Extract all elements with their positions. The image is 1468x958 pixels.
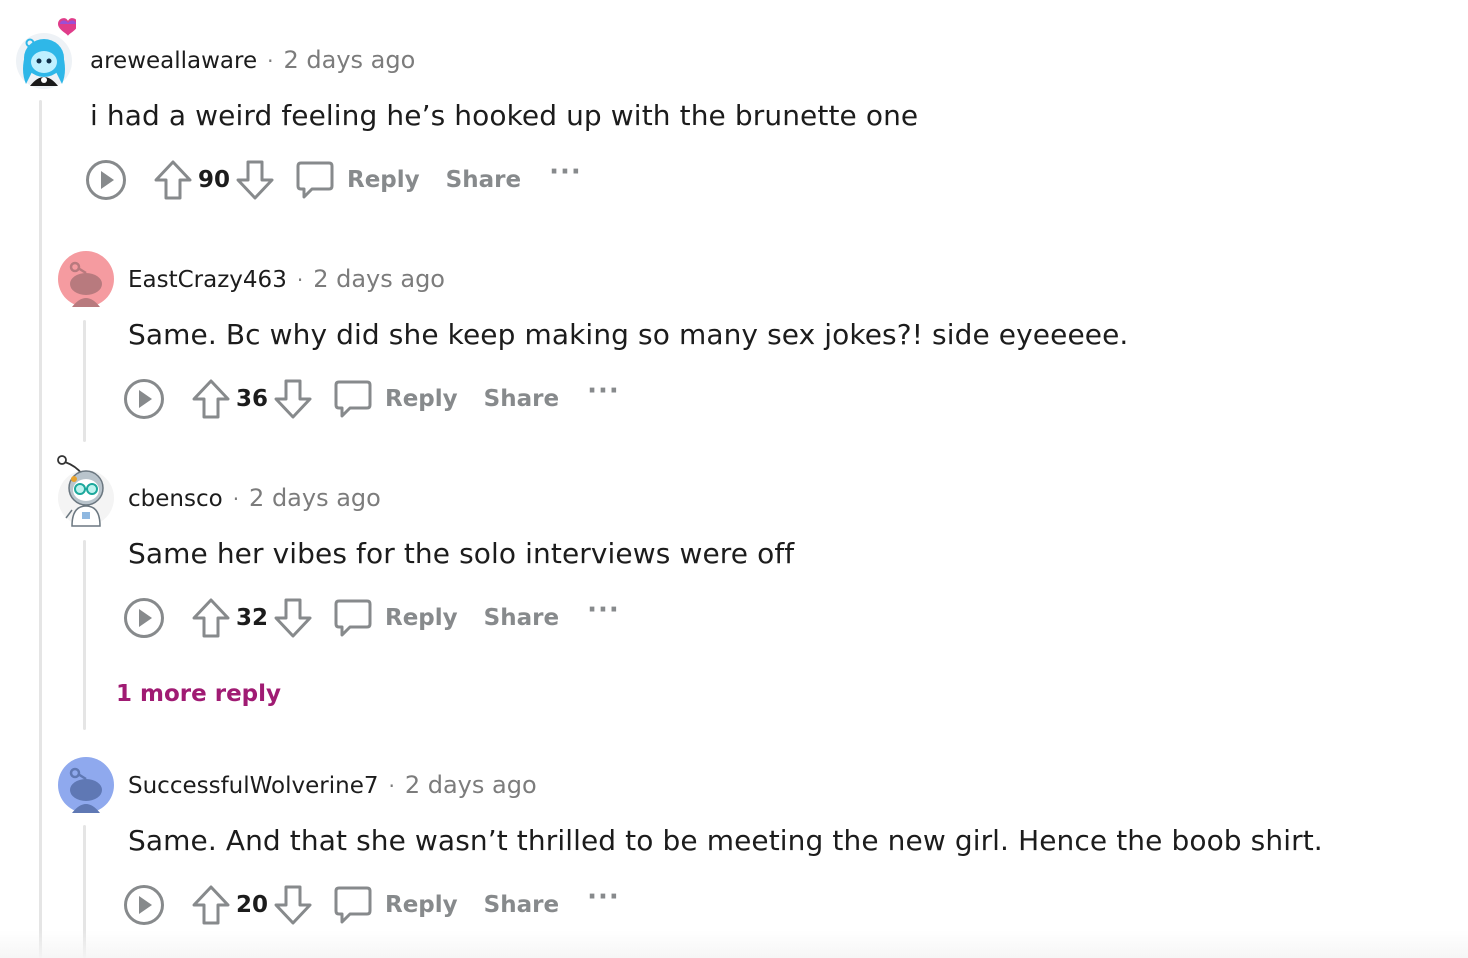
comment-thread: areweallaware · 2 days ago i had a weird… xyxy=(0,0,1468,958)
share-button[interactable]: Share xyxy=(446,167,521,193)
separator-dot: · xyxy=(267,49,274,73)
share-button[interactable]: Share xyxy=(484,605,559,631)
speech-bubble-icon[interactable] xyxy=(333,884,373,926)
more-options-button[interactable]: ··· xyxy=(549,157,582,187)
more-options-button[interactable]: ··· xyxy=(587,882,620,912)
upvote-arrow-icon[interactable] xyxy=(191,597,231,639)
username[interactable]: SuccessfulWolverine7 xyxy=(128,773,378,799)
speech-bubble-icon[interactable] xyxy=(333,597,373,639)
comment-actions: 20 Reply Share ··· xyxy=(123,882,620,927)
share-button[interactable]: Share xyxy=(484,386,559,412)
more-replies-link[interactable]: 1 more reply xyxy=(116,681,281,707)
comment-body: i had a weird feeling he’s hooked up wit… xyxy=(90,99,919,132)
vote-count: 32 xyxy=(235,605,268,631)
comment-actions: 32 Reply Share ··· xyxy=(123,595,620,640)
reply-button[interactable]: Reply xyxy=(385,605,458,631)
vote-count: 90 xyxy=(197,167,230,193)
separator-dot: · xyxy=(388,774,395,798)
comment-body: Same. And that she wasn’t thrilled to be… xyxy=(128,824,1323,857)
avatar[interactable] xyxy=(58,251,114,307)
separator-dot: · xyxy=(296,268,304,292)
comment-actions: 36 Reply Share ··· xyxy=(123,376,620,421)
username[interactable]: cbensco xyxy=(128,486,223,512)
comment-body: Same her vibes for the solo interviews w… xyxy=(128,537,795,570)
user-avatar-icon xyxy=(16,18,78,89)
separator-dot: · xyxy=(232,487,240,511)
share-button[interactable]: Share xyxy=(484,892,559,918)
play-circle-icon[interactable] xyxy=(123,884,165,926)
comment-actions: 90 Reply Share ··· xyxy=(85,157,582,202)
vote-count: 20 xyxy=(235,892,268,918)
downvote-arrow-icon[interactable] xyxy=(273,884,313,926)
timestamp[interactable]: 2 days ago xyxy=(249,484,381,512)
vote-count: 36 xyxy=(235,386,268,412)
thread-line-comment-2[interactable] xyxy=(83,320,86,442)
more-options-button[interactable]: ··· xyxy=(587,376,620,406)
more-options-button[interactable]: ··· xyxy=(587,595,620,625)
upvote-arrow-icon[interactable] xyxy=(191,378,231,420)
timestamp[interactable]: 2 days ago xyxy=(313,265,445,293)
bottom-fade xyxy=(0,930,1468,958)
timestamp[interactable]: 2 days ago xyxy=(405,771,537,799)
reply-button[interactable]: Reply xyxy=(385,892,458,918)
reply-button[interactable]: Reply xyxy=(385,386,458,412)
thread-line-root[interactable] xyxy=(39,100,42,958)
user-avatar-icon xyxy=(57,455,114,527)
play-circle-icon[interactable] xyxy=(85,159,127,201)
speech-bubble-icon[interactable] xyxy=(333,378,373,420)
comment-header: cbensco · 2 days ago xyxy=(128,484,381,512)
upvote-arrow-icon[interactable] xyxy=(153,159,193,201)
timestamp[interactable]: 2 days ago xyxy=(284,46,416,74)
comment-header: EastCrazy463 · 2 days ago xyxy=(128,265,445,293)
avatar[interactable] xyxy=(16,12,78,90)
downvote-arrow-icon[interactable] xyxy=(273,378,313,420)
play-circle-icon[interactable] xyxy=(123,597,165,639)
play-circle-icon[interactable] xyxy=(123,378,165,420)
comment-header: areweallaware · 2 days ago xyxy=(90,46,415,74)
downvote-arrow-icon[interactable] xyxy=(235,159,275,201)
comment-header: SuccessfulWolverine7 · 2 days ago xyxy=(128,771,537,799)
reply-button[interactable]: Reply xyxy=(347,167,420,193)
comment-body: Same. Bc why did she keep making so many… xyxy=(128,318,1129,351)
thread-line-comment-3[interactable] xyxy=(83,540,86,730)
downvote-arrow-icon[interactable] xyxy=(273,597,313,639)
username[interactable]: areweallaware xyxy=(90,48,257,74)
username[interactable]: EastCrazy463 xyxy=(128,267,287,293)
speech-bubble-icon[interactable] xyxy=(295,159,335,201)
user-avatar-icon xyxy=(58,757,114,813)
avatar[interactable] xyxy=(54,452,114,528)
upvote-arrow-icon[interactable] xyxy=(191,884,231,926)
avatar[interactable] xyxy=(58,757,114,813)
user-avatar-icon xyxy=(58,251,114,307)
